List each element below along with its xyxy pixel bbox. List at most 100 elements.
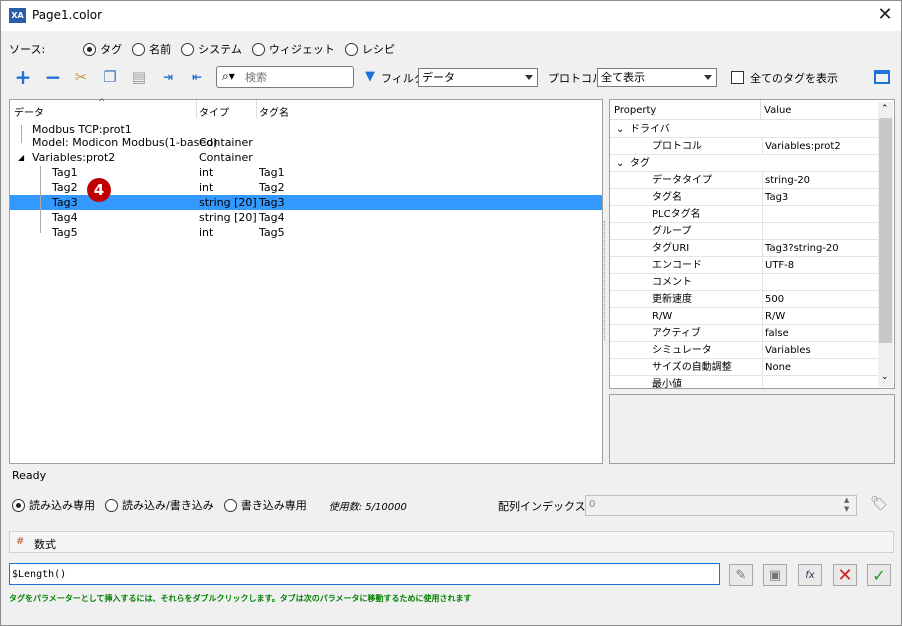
property-value[interactable]: UTF-8 — [762, 257, 880, 274]
access-mode-selector: 読み込み専用 読み込み/書き込み 書き込み専用 使用数: 5/10000 — [12, 497, 407, 513]
property-row[interactable]: R/W R/W — [610, 308, 878, 325]
property-key: タグ — [630, 158, 650, 169]
property-value[interactable] — [762, 206, 880, 223]
column-header-tagname[interactable]: タグ名 — [259, 104, 289, 119]
source-option-tag[interactable]: タグ — [83, 41, 122, 57]
property-row[interactable]: 更新速度 500 — [610, 291, 878, 308]
property-row[interactable]: コメント — [610, 274, 878, 291]
tree-row[interactable]: Model: Modicon Modbus(1-based) Container — [10, 135, 602, 150]
property-row[interactable]: タグ名 Tag3 — [610, 189, 878, 206]
cut-icon[interactable]: ✂ — [71, 67, 91, 87]
close-icon[interactable]: ✕ — [871, 4, 899, 28]
collapse-icon[interactable]: ⌄ — [616, 121, 624, 138]
property-key: R/W — [652, 311, 673, 322]
radio-icon[interactable] — [223, 498, 237, 512]
tree-row[interactable]: Tag4 string [20] Tag4 — [10, 210, 602, 225]
protocol-select[interactable]: 全て表示 — [597, 68, 717, 87]
splitter-handle[interactable] — [604, 221, 607, 341]
chevron-down-icon — [704, 75, 712, 80]
export-icon[interactable]: ⇤ — [187, 67, 207, 87]
property-category[interactable]: ⌄ タグ — [610, 155, 878, 172]
radio-icon[interactable] — [132, 42, 146, 56]
import-icon[interactable]: ⇥ — [158, 67, 178, 87]
scroll-down-icon[interactable]: ⌄ — [881, 372, 889, 382]
radio-icon[interactable] — [251, 42, 265, 56]
collapse-icon[interactable]: ⌄ — [616, 155, 624, 172]
access-option-read-only[interactable]: 読み込み専用 — [12, 497, 95, 513]
property-row[interactable]: 最小値 — [610, 376, 880, 388]
property-header: Property — [614, 105, 657, 116]
hash-icon: # — [16, 536, 25, 547]
search-icon: ⌕▾ — [222, 69, 235, 83]
source-option-name[interactable]: 名前 — [132, 41, 171, 57]
panel-toggle-icon[interactable] — [874, 70, 890, 84]
property-row[interactable]: エンコード UTF-8 — [610, 257, 878, 274]
spinner-arrows-icon[interactable]: ▲ ▼ — [844, 496, 849, 514]
radio-icon[interactable] — [181, 42, 195, 56]
column-header-type[interactable]: タイプ — [199, 104, 229, 119]
show-all-tags-checkbox[interactable] — [731, 70, 744, 84]
scroll-up-icon[interactable]: ⌃ — [881, 104, 889, 114]
property-row[interactable]: タグURI Tag3?string-20 — [610, 240, 878, 257]
tree-row[interactable]: ◢ Variables:prot2 Container — [10, 150, 602, 165]
filter-select[interactable]: データ — [418, 68, 538, 87]
radio-icon[interactable] — [12, 498, 25, 512]
property-row[interactable]: PLCタグ名 — [610, 206, 878, 223]
function-icon[interactable]: fx — [798, 564, 822, 586]
array-index-spinner[interactable]: 0 ▲ ▼ — [585, 495, 857, 516]
array-index-label: 配列インデックス: — [498, 500, 590, 513]
column-header-data[interactable]: データ — [14, 104, 44, 119]
save-icon[interactable]: ▣ — [763, 564, 787, 586]
scroll-thumb[interactable] — [879, 118, 892, 343]
property-value[interactable]: Tag3 — [762, 189, 880, 206]
edit-icon[interactable]: ✎ — [729, 564, 753, 586]
source-option-system[interactable]: システム — [181, 41, 242, 57]
search-box[interactable]: ⌕▾ — [216, 66, 354, 88]
property-row[interactable]: シミュレータ Variables — [610, 342, 878, 359]
property-row[interactable]: グループ — [610, 223, 878, 240]
cancel-icon[interactable]: ✕ — [833, 564, 857, 586]
property-value[interactable] — [762, 223, 880, 240]
property-row[interactable]: アクティブ false — [610, 325, 878, 342]
property-value[interactable]: Tag3?string-20 — [762, 240, 880, 257]
property-value[interactable]: Variables:prot2 — [762, 138, 880, 155]
formula-input[interactable] — [9, 563, 720, 585]
property-row[interactable]: プロトコル Variables:prot2 — [610, 138, 878, 155]
property-scrollbar[interactable]: ⌃ ⌄ — [878, 102, 893, 387]
access-option-read-write[interactable]: 読み込み/書き込み — [105, 497, 214, 513]
property-category[interactable]: ⌄ ドライバ — [610, 121, 878, 138]
property-value[interactable]: 500 — [762, 291, 880, 308]
source-option-recipe[interactable]: レシピ — [344, 41, 395, 57]
value-header: Value — [764, 105, 792, 116]
radio-icon[interactable] — [83, 42, 97, 56]
property-key: 更新速度 — [652, 294, 692, 305]
add-icon[interactable]: + — [13, 65, 33, 89]
property-value[interactable] — [762, 274, 880, 291]
remove-icon[interactable]: − — [43, 65, 63, 89]
property-value[interactable]: Variables — [762, 342, 880, 359]
source-option-widget[interactable]: ウィジェット — [251, 41, 335, 57]
property-value[interactable]: None — [762, 359, 880, 376]
access-option-write-only[interactable]: 書き込み専用 — [223, 497, 307, 513]
copy-icon[interactable]: ❐ — [100, 67, 120, 87]
filter-icon: ▼ — [365, 69, 375, 84]
property-row[interactable]: データタイプ string-20 — [610, 172, 878, 189]
radio-icon[interactable] — [344, 42, 358, 56]
property-key: コメント — [652, 277, 692, 288]
search-input[interactable] — [245, 69, 349, 85]
property-value[interactable]: false — [762, 325, 880, 342]
tree-row[interactable]: Tag5 int Tag5 — [10, 225, 602, 240]
property-value[interactable] — [762, 376, 880, 388]
protocol-label: プロトコル — [548, 72, 603, 85]
property-description — [609, 394, 895, 464]
expand-icon[interactable]: ◢ — [18, 150, 24, 165]
tag-icon[interactable]: 🏷 — [867, 493, 891, 515]
property-key: PLCタグ名 — [652, 209, 701, 220]
ok-icon[interactable]: ✓ — [867, 564, 891, 586]
paste-icon[interactable]: ▤ — [129, 67, 149, 87]
property-value[interactable]: string-20 — [762, 172, 880, 189]
property-row[interactable]: サイズの自動調整 None — [610, 359, 878, 376]
property-value[interactable]: R/W — [762, 308, 880, 325]
formula-section-header[interactable]: # 数式 — [9, 531, 894, 553]
radio-icon[interactable] — [105, 498, 118, 512]
